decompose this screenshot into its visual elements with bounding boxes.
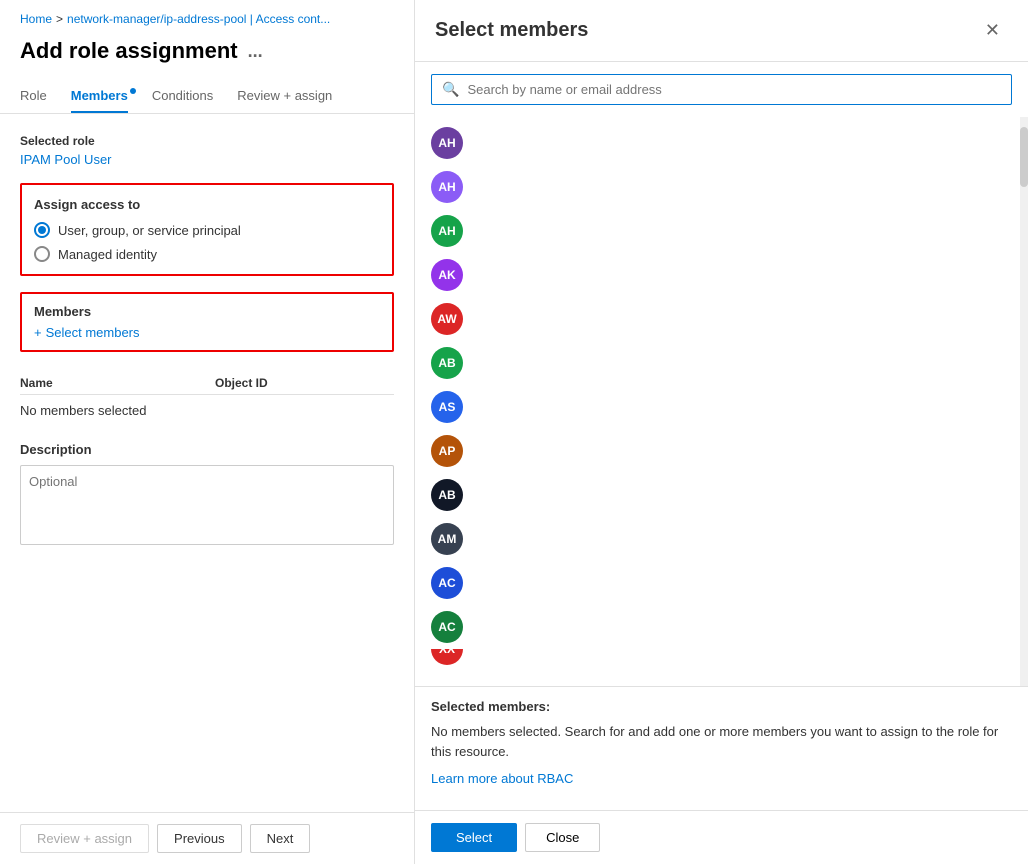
next-button[interactable]: Next: [250, 824, 311, 853]
breadcrumb-home[interactable]: Home: [20, 12, 52, 26]
tab-review[interactable]: Review + assign: [237, 80, 332, 113]
left-panel: Home > network-manager/ip-address-pool |…: [0, 0, 415, 864]
modal-title: Select members: [435, 19, 588, 42]
list-item[interactable]: AK: [415, 253, 1028, 297]
select-members-link[interactable]: + Select members: [34, 325, 380, 340]
list-item[interactable]: AB: [415, 341, 1028, 385]
description-label: Description: [20, 442, 394, 457]
main-content: Selected role IPAM Pool User Assign acce…: [0, 114, 414, 864]
selected-role-value: IPAM Pool User: [20, 152, 394, 167]
scrollbar-track: [1020, 117, 1028, 686]
bottom-bar: Review + assign Previous Next: [0, 812, 414, 864]
breadcrumb: Home > network-manager/ip-address-pool |…: [0, 0, 414, 34]
avatar: AH: [431, 215, 463, 247]
avatar: XX: [431, 649, 463, 665]
no-selected-msg: No members selected. Search for and add …: [431, 722, 1012, 761]
list-item[interactable]: AB: [415, 473, 1028, 517]
breadcrumb-resource[interactable]: network-manager/ip-address-pool | Access…: [67, 12, 330, 26]
tab-role[interactable]: Role: [20, 80, 47, 113]
list-item[interactable]: AC: [415, 561, 1028, 605]
radio-user-group[interactable]: User, group, or service principal: [34, 222, 380, 238]
avatar: AS: [431, 391, 463, 423]
members-title: Members: [34, 304, 380, 319]
modal-footer: Select Close: [415, 810, 1028, 864]
avatar: AB: [431, 347, 463, 379]
avatar: AB: [431, 479, 463, 511]
description-input[interactable]: [20, 465, 394, 545]
search-box: 🔍: [415, 62, 1028, 117]
list-item[interactable]: AM: [415, 517, 1028, 561]
list-item[interactable]: XX: [415, 649, 1028, 665]
modal-header: Select members ✕: [415, 0, 1028, 62]
tab-members[interactable]: Members: [71, 80, 128, 113]
modal-close-button[interactable]: Close: [525, 823, 600, 852]
col-header-id: Object ID: [215, 376, 394, 390]
list-item[interactable]: AH: [415, 165, 1028, 209]
avatar: AP: [431, 435, 463, 467]
radio-circle-mi: [34, 246, 50, 262]
avatar: AH: [431, 171, 463, 203]
selected-members-title: Selected members:: [431, 699, 1012, 714]
breadcrumb-sep1: >: [56, 12, 63, 26]
modal-select-button[interactable]: Select: [431, 823, 517, 852]
avatar: AM: [431, 523, 463, 555]
radio-label-mi: Managed identity: [58, 247, 157, 262]
members-dot: [130, 88, 136, 94]
list-item[interactable]: AW: [415, 297, 1028, 341]
search-icon: 🔍: [442, 81, 459, 98]
select-members-text: Select members: [46, 325, 140, 340]
learn-rbac-link[interactable]: Learn more about RBAC: [431, 771, 1012, 786]
avatar: AC: [431, 611, 463, 643]
previous-button[interactable]: Previous: [157, 824, 242, 853]
modal-close-icon[interactable]: ✕: [977, 16, 1008, 45]
scrollbar-thumb[interactable]: [1020, 127, 1028, 187]
page-title: Add role assignment: [20, 38, 238, 64]
assign-access-box: Assign access to User, group, or service…: [20, 183, 394, 276]
avatar: AH: [431, 127, 463, 159]
radio-managed-identity[interactable]: Managed identity: [34, 246, 380, 262]
page-title-section: Add role assignment ...: [0, 34, 414, 80]
page-ellipsis[interactable]: ...: [248, 41, 263, 62]
members-list: AH AH AH AK AW AB AS AP AB AM AC AC XX: [415, 117, 1028, 686]
list-item[interactable]: AS: [415, 385, 1028, 429]
radio-group: User, group, or service principal Manage…: [34, 222, 380, 262]
right-panel: Select members ✕ 🔍 AHAHAHAKAWABASAPABAMA…: [415, 0, 1028, 864]
avatar: AC: [431, 567, 463, 599]
tab-conditions[interactable]: Conditions: [152, 80, 213, 113]
radio-label-ugs: User, group, or service principal: [58, 223, 241, 238]
selected-section: Selected members: No members selected. S…: [415, 686, 1028, 810]
no-members-text: No members selected: [20, 395, 394, 426]
selected-role-label: Selected role: [20, 134, 394, 148]
members-table-header: Name Object ID: [20, 368, 394, 395]
search-input[interactable]: [467, 82, 1001, 97]
list-item[interactable]: AH: [415, 121, 1028, 165]
search-input-wrap: 🔍: [431, 74, 1012, 105]
assign-access-title: Assign access to: [34, 197, 380, 212]
plus-icon: +: [34, 325, 42, 340]
review-assign-button[interactable]: Review + assign: [20, 824, 149, 853]
avatar: AW: [431, 303, 463, 335]
list-item[interactable]: AH: [415, 209, 1028, 253]
tab-bar: Role Members Conditions Review + assign: [0, 80, 414, 114]
list-item[interactable]: AP: [415, 429, 1028, 473]
members-box: Members + Select members: [20, 292, 394, 352]
avatar: AK: [431, 259, 463, 291]
radio-circle-ugs: [34, 222, 50, 238]
col-header-name: Name: [20, 376, 199, 390]
select-members-modal: Select members ✕ 🔍 AHAHAHAKAWABASAPABAMA…: [415, 0, 1028, 864]
list-item[interactable]: AC: [415, 605, 1028, 649]
